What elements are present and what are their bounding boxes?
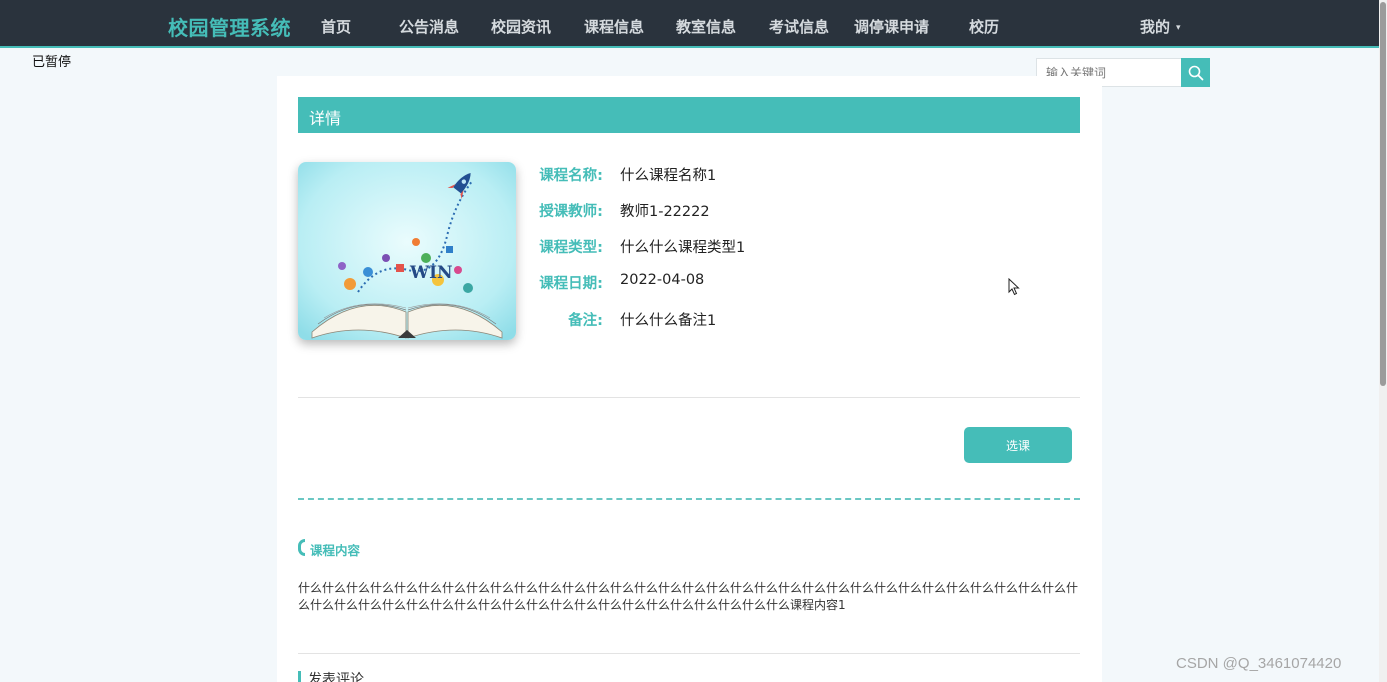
field-label: 课程日期: xyxy=(539,276,603,292)
book-illustration: WIN xyxy=(298,162,516,340)
csdn-watermark: CSDN @Q_3461074420 xyxy=(1176,655,1342,672)
search-button[interactable] xyxy=(1181,58,1210,87)
field-label: 课程名称: xyxy=(539,168,603,184)
course-content-title-text: 课程内容 xyxy=(310,543,361,558)
section-divider xyxy=(298,653,1080,654)
top-navbar: 校园管理系统 首页 公告消息 校园资讯 课程信息 教室信息 考试信息 调停课申请… xyxy=(0,0,1387,48)
field-value: 什么什么备注1 xyxy=(620,313,717,329)
nav-class-suspension[interactable]: 调停课申请 xyxy=(854,16,929,37)
detail-heading: 详情 xyxy=(298,97,1080,133)
field-label: 备注: xyxy=(568,313,603,329)
chevron-down-icon: ▾ xyxy=(1176,22,1181,33)
field-value: 教师1-22222 xyxy=(620,204,710,220)
detail-panel: 详情 WIN 课程名称: 什么课程名称1 授课教师: 教师1-22222 课程类… xyxy=(277,76,1102,682)
field-label: 授课教师: xyxy=(539,204,603,220)
comment-title: 发表评论 xyxy=(298,669,364,682)
nav-mine-label: 我的 xyxy=(1140,18,1171,36)
course-cover-image: WIN xyxy=(298,162,516,340)
page-scrollbar[interactable] xyxy=(1379,0,1387,682)
section-divider xyxy=(298,397,1080,398)
field-value: 什么什么课程类型1 xyxy=(620,240,746,256)
site-brand[interactable]: 校园管理系统 xyxy=(168,12,291,41)
nav-announcements[interactable]: 公告消息 xyxy=(399,16,459,37)
field-value: 2022-04-08 xyxy=(620,272,705,288)
scrollbar-thumb[interactable] xyxy=(1380,2,1386,386)
accent-bar xyxy=(298,671,301,682)
cover-win-text: WIN xyxy=(409,263,453,283)
nav-calendar[interactable]: 校历 xyxy=(969,16,999,37)
nav-mine-dropdown[interactable]: 我的 ▾ xyxy=(1140,16,1181,37)
nav-course-info[interactable]: 课程信息 xyxy=(584,16,644,37)
search-icon xyxy=(1188,65,1203,80)
mouse-cursor-icon xyxy=(1008,278,1020,296)
course-content-title: 课程内容 xyxy=(298,539,361,559)
field-value: 什么课程名称1 xyxy=(620,168,717,184)
select-course-button[interactable]: 选课 xyxy=(964,427,1072,463)
nav-exam-info[interactable]: 考试信息 xyxy=(769,16,829,37)
course-content-text: 什么什么什么什么什么什么什么什么什么什么什么什么什么什么什么什么什么什么什么什么… xyxy=(298,581,1079,612)
field-label: 课程类型: xyxy=(539,240,603,256)
comment-title-text: 发表评论 xyxy=(308,672,364,682)
bracket-icon xyxy=(298,539,305,556)
nav-campus-news[interactable]: 校园资讯 xyxy=(491,16,551,37)
dashed-divider xyxy=(298,498,1080,500)
nav-home[interactable]: 首页 xyxy=(321,16,351,37)
nav-classroom-info[interactable]: 教室信息 xyxy=(676,16,736,37)
paused-status-text: 已暂停 xyxy=(32,55,72,70)
